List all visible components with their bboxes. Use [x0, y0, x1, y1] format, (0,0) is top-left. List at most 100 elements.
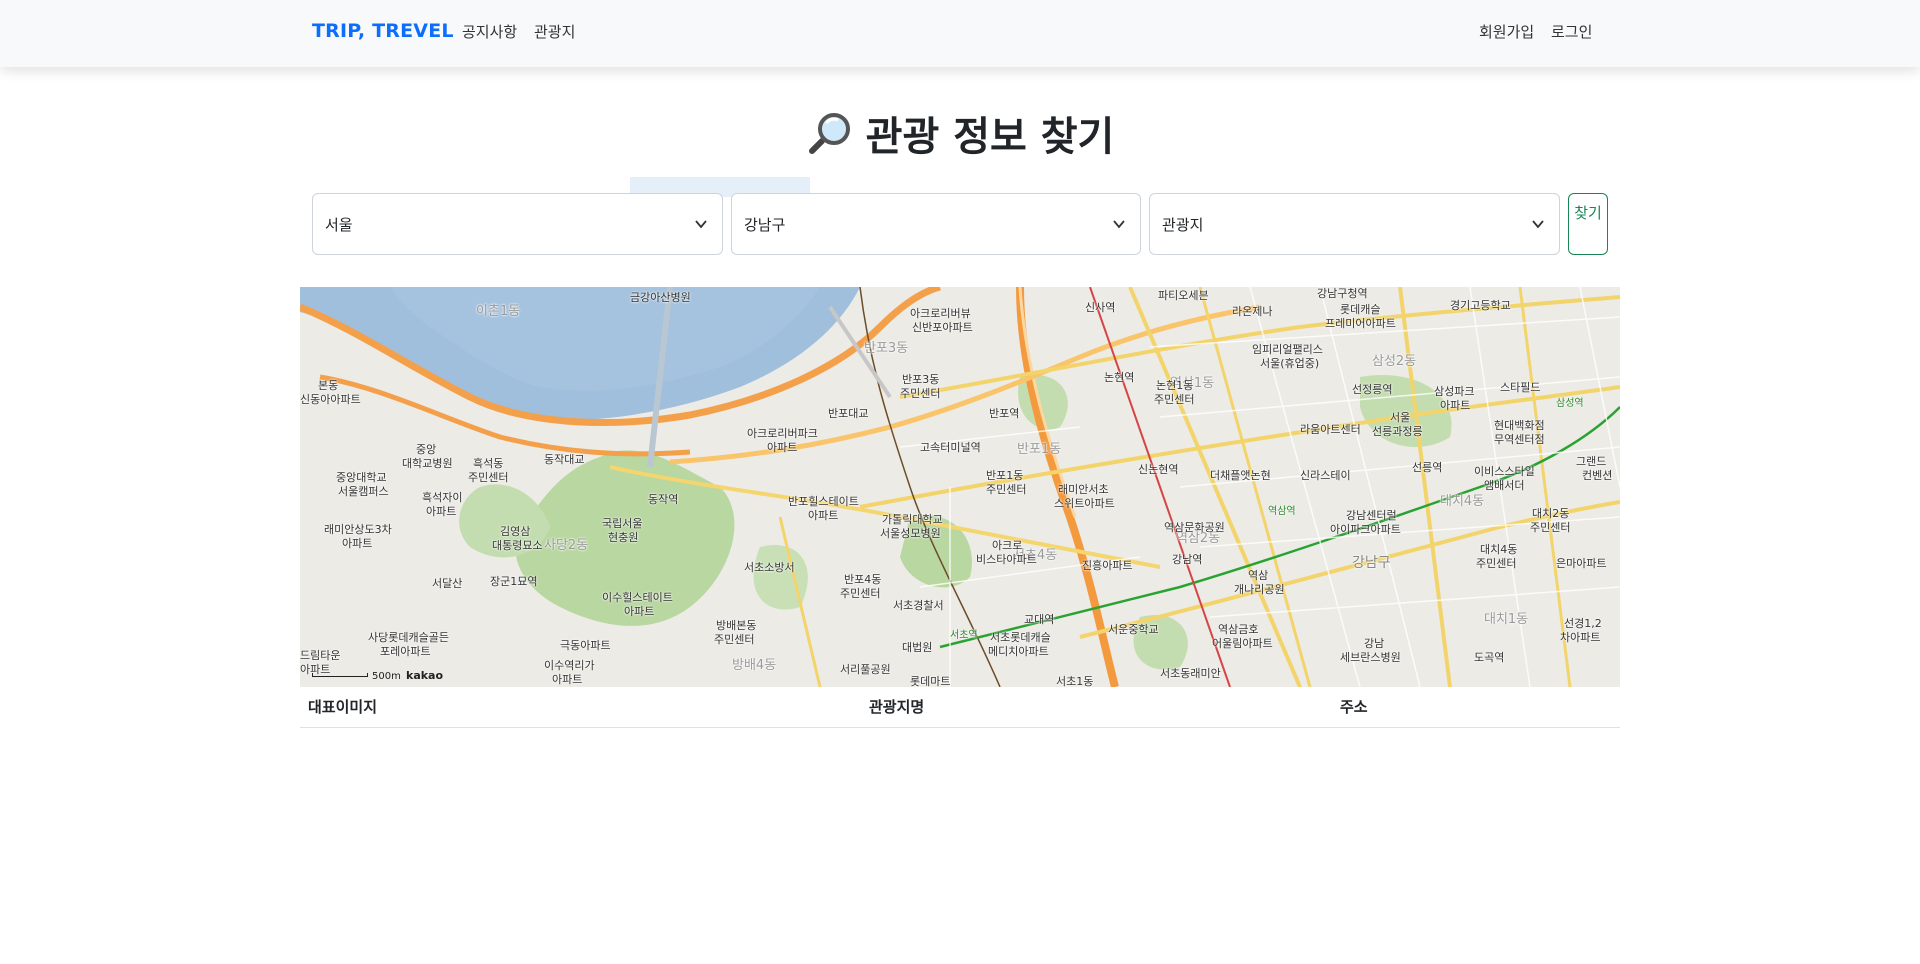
map-place-label: 아파트 [342, 537, 373, 550]
chevron-down-icon [1113, 220, 1125, 229]
map-place-label: 주민센터 [468, 471, 509, 484]
map-district-label: 대치4동 [1440, 494, 1485, 509]
map-place-label: 대치2동 [1532, 507, 1570, 520]
map-place-label: 래미안상도3차 [324, 523, 392, 536]
map-place-label: 아크로리버뷰 [910, 307, 971, 320]
map-place-label: 경기고등학교 [1450, 299, 1511, 312]
map-place-label: 강남구청역 [1317, 287, 1368, 300]
map-place-label: 서울성모병원 [880, 527, 941, 540]
map-place-label: 장군1묘역 [490, 575, 538, 588]
map-place-label: 사당롯데캐슬골든 [368, 631, 449, 644]
map-place-label: 라온제나 [1232, 305, 1273, 318]
map-place-label: 국립서울 [602, 517, 643, 530]
map-place-label: 논현1동 [1156, 379, 1194, 392]
map-place-label: 드림타운 [300, 649, 341, 662]
map-place-label: 스타필드 [1500, 381, 1541, 394]
top-navbar: TRIP, TREVEL 공지사항 관광지 회원가입 로그인 [0, 0, 1920, 67]
map-place-label: 서울(휴업중) [1260, 357, 1320, 370]
city-select[interactable]: 서울 [312, 193, 723, 255]
page-title-wrap: 관광 정보 찾기 [0, 104, 1920, 162]
map-place-label: 주민센터 [986, 483, 1027, 496]
map-place-label: 주민센터 [1476, 557, 1517, 570]
map-place-label: 선경1,2 [1564, 617, 1602, 630]
map-place-label: 더채플앳논현 [1210, 469, 1271, 482]
chevron-down-icon [1532, 220, 1544, 229]
map-scale-label: 500m [372, 671, 401, 682]
page-title-text: 관광 정보 찾기 [865, 114, 1115, 160]
results-table: 대표이미지 관광지명 주소 [300, 688, 1620, 728]
map-place-label: 신반포아파트 [912, 321, 973, 334]
map-place-label: 진흥아파트 [1082, 559, 1133, 572]
map-place-label: 역삼금호 [1218, 623, 1259, 636]
district-select[interactable]: 강남구 [731, 193, 1141, 255]
nav-link-login[interactable]: 로그인 [1551, 21, 1592, 42]
map-place-label: 금강아산병원 [630, 291, 691, 304]
map-place-label: 중앙대학교 [336, 471, 387, 484]
map-place-label: 주민센터 [714, 633, 755, 646]
map-place-label: 도곡역 [1474, 651, 1505, 664]
map-place-label: 가톨릭대학교 [882, 513, 943, 526]
map-place-label: 신동아아파트 [300, 393, 361, 406]
map-place-label: 서초동래미안 [1160, 667, 1221, 680]
kakao-map[interactable]: 이촌1동 반포3동 반포1동 역삼1동 역삼2동 대치4동 삼성2동 사당2동 … [300, 287, 1620, 687]
map-place-label: 아크로 [992, 539, 1023, 552]
map-place-label: 그랜드 [1576, 455, 1607, 468]
nav-link-notice[interactable]: 공지사항 [462, 21, 517, 42]
map-place-label: 아파트 [624, 605, 655, 618]
map-place-label: 논현역 [1104, 371, 1135, 384]
content-type-select[interactable]: 관광지 [1149, 193, 1560, 255]
map-place-label: 아파트 [1440, 399, 1471, 412]
nav-link-tour[interactable]: 관광지 [534, 21, 575, 42]
map-place-label: 흑석자이 [422, 491, 463, 504]
map-place-label: 서초롯데캐슬 [990, 631, 1051, 644]
nav-link-signup[interactable]: 회원가입 [1479, 21, 1534, 42]
brand-logo[interactable]: TRIP, TREVEL [312, 20, 454, 42]
map-place-label: 대통령묘소 [492, 539, 543, 552]
map-place-label: 선정릉역 [1352, 383, 1393, 396]
map-place-label: 신사역 [1085, 301, 1116, 314]
map-place-label: 대법원 [902, 641, 933, 654]
map-place-label: 아이파크아파트 [1330, 523, 1401, 536]
map-place-label: 역삼역 [1268, 506, 1296, 517]
map-place-label: 역삼문화공원 [1164, 521, 1225, 534]
map-place-label: 서운중학교 [1108, 623, 1159, 636]
map-place-label: 반포대교 [828, 407, 869, 420]
page-title: 관광 정보 찾기 [806, 104, 1115, 162]
table-header-address: 주소 [1340, 698, 1368, 716]
magnifier-icon [808, 113, 850, 154]
map-place-label: 서초소방서 [744, 561, 795, 574]
map-place-label: 아파트 [808, 509, 839, 522]
map-place-label: 아파트 [552, 673, 583, 686]
table-header-image: 대표이미지 [308, 698, 378, 716]
map-place-label: 서초역 [950, 630, 978, 641]
map-place-label: 롯데마트 [910, 675, 951, 687]
find-button[interactable]: 찾기 [1568, 193, 1608, 255]
map-district-label: 반포1동 [1017, 442, 1062, 457]
map-place-label: 서리풀공원 [840, 663, 891, 676]
map-place-label: 삼성파크 [1434, 385, 1475, 398]
map-place-label: 고속터미널역 [920, 441, 981, 454]
map-place-label: 반포힐스테이트 [788, 495, 859, 508]
table-header-name: 관광지명 [869, 698, 925, 716]
map-place-label: 주민센터 [900, 387, 941, 400]
map-place-label: 김영삼 [500, 525, 531, 538]
map-place-label: 현충원 [608, 531, 639, 544]
map-place-label: 어울림아파트 [1212, 637, 1273, 650]
map-attribution[interactable]: kakao [406, 669, 443, 682]
chevron-down-icon [695, 220, 707, 229]
map-district-label: 이촌1동 [476, 304, 521, 319]
map-place-label: 대치4동 [1480, 543, 1518, 556]
map-place-label: 아크로리버파크 [747, 427, 818, 440]
map-place-label: 방배본동 [716, 619, 757, 632]
map-place-label: 대학교병원 [402, 457, 453, 470]
map-place-label: 프레미어아파트 [1325, 317, 1396, 330]
map-scale-bar [312, 673, 368, 677]
map-place-label: 비스타아파트 [976, 553, 1037, 566]
map-district-label: 강남구 [1352, 555, 1391, 571]
map-place-label: 서울캠퍼스 [338, 485, 389, 498]
district-select-value: 강남구 [744, 215, 786, 234]
map-place-label: 주민센터 [1530, 521, 1571, 534]
map-district-label: 사당2동 [544, 538, 589, 553]
map-place-label: 반포3동 [902, 373, 940, 386]
map-place-label: 아파트 [767, 441, 798, 454]
